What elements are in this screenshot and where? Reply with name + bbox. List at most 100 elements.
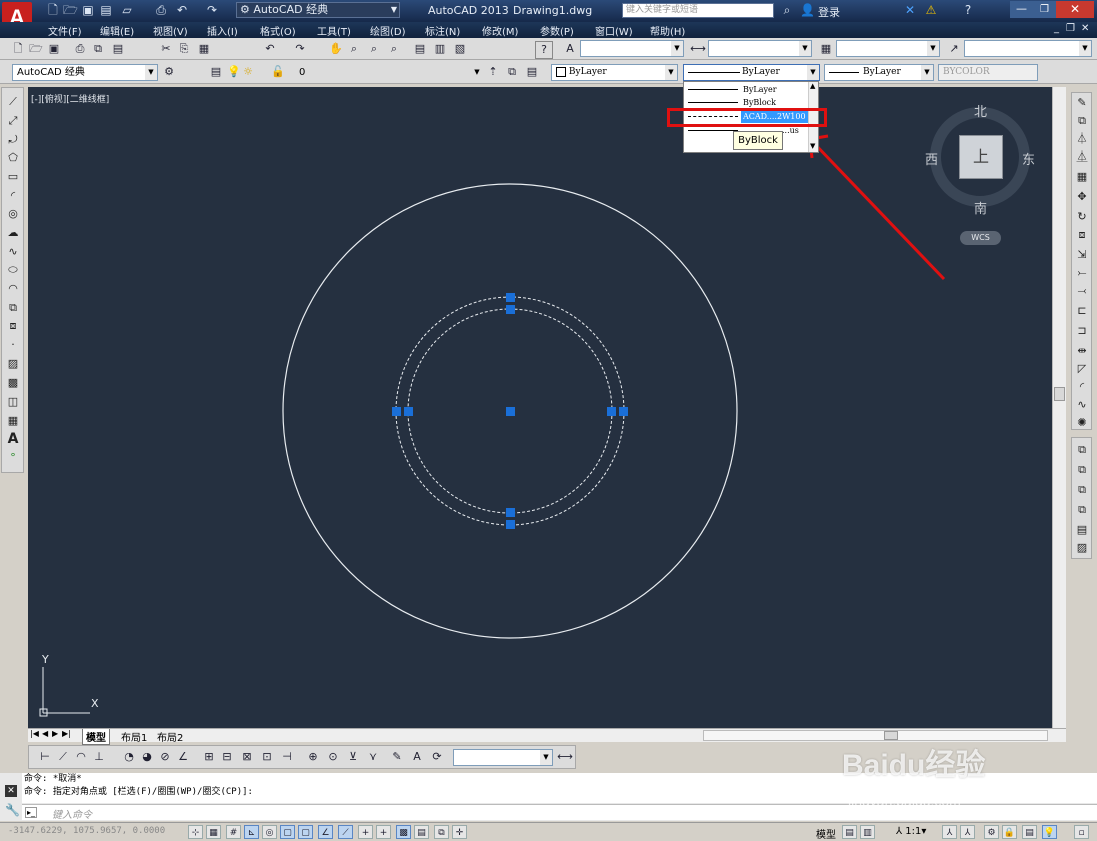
- publish-icon[interactable]: ▤: [110, 41, 126, 57]
- quick-properties-toggle[interactable]: ▤: [414, 825, 429, 839]
- break-at-point-icon[interactable]: ⊏: [1073, 303, 1091, 319]
- preview-icon[interactable]: ⧉: [90, 41, 106, 57]
- baseline-dim-icon[interactable]: ⊟: [219, 749, 235, 765]
- auto-scale-icon[interactable]: ⅄: [960, 825, 975, 839]
- bring-to-front-icon[interactable]: ⧉: [1073, 442, 1091, 458]
- compass-east[interactable]: 东: [1022, 149, 1035, 168]
- infer-constraints-toggle[interactable]: ⊹: [188, 825, 203, 839]
- help-icon[interactable]: ?: [961, 3, 975, 17]
- bring-above-icon[interactable]: ⧉: [1073, 482, 1091, 498]
- publish-icon[interactable]: ▱: [120, 3, 134, 17]
- open-icon[interactable]: 🗁: [28, 41, 44, 57]
- command-prompt-icon[interactable]: ▸_: [25, 807, 38, 818]
- menu-parametric[interactable]: 参数(P): [540, 23, 574, 38]
- add-selected-icon[interactable]: °: [4, 450, 22, 466]
- polyline-icon[interactable]: ⤾: [4, 132, 22, 148]
- menu-help[interactable]: 帮助(H): [650, 23, 685, 38]
- dim-space-icon[interactable]: ⊡: [259, 749, 275, 765]
- make-block-icon[interactable]: ⧈: [4, 318, 22, 334]
- ducs-toggle[interactable]: ⟋: [338, 825, 353, 839]
- hatch-icon[interactable]: ▨: [4, 356, 22, 372]
- quickview-icon[interactable]: ▥: [860, 825, 875, 839]
- help-icon[interactable]: ?: [535, 41, 553, 59]
- multileader-style-combo[interactable]: ▼: [964, 40, 1092, 57]
- center-mark-icon[interactable]: ⊙: [325, 749, 341, 765]
- vertical-scrollbar[interactable]: [1052, 87, 1066, 728]
- jogged-linear-icon[interactable]: ⋎: [365, 749, 381, 765]
- undo-icon[interactable]: ↶: [262, 41, 278, 57]
- table-style-icon[interactable]: ▦: [818, 41, 834, 57]
- workspace-switching-icon[interactable]: ⚙: [984, 825, 999, 839]
- break-icon[interactable]: ⊐: [1073, 323, 1091, 339]
- linetype-option-bylayer[interactable]: ByLayer: [684, 83, 808, 96]
- color-combo[interactable]: ByLayer ▼: [551, 64, 678, 81]
- explode-icon[interactable]: ✺: [1073, 415, 1091, 431]
- move-icon[interactable]: ✥: [1073, 189, 1091, 205]
- dim-break-icon[interactable]: ⊣: [279, 749, 295, 765]
- menu-window[interactable]: 窗口(W): [595, 23, 633, 38]
- multiline-text-icon[interactable]: A: [4, 431, 22, 447]
- hardware-acceleration-icon[interactable]: ▤: [1022, 825, 1037, 839]
- dim-text-edit-icon[interactable]: A: [409, 749, 425, 765]
- menu-view[interactable]: 视图(V): [153, 23, 188, 38]
- aligned-dim-icon[interactable]: ⟋: [55, 749, 71, 765]
- tolerance-icon[interactable]: ⊕: [305, 749, 321, 765]
- menu-file[interactable]: 文件(F): [48, 23, 82, 38]
- chevron-up-icon[interactable]: ▲: [810, 82, 815, 90]
- radius-dim-icon[interactable]: ◔: [121, 749, 137, 765]
- redo-icon[interactable]: ↷: [205, 3, 219, 17]
- point-icon[interactable]: ·: [4, 337, 22, 353]
- clean-screen-icon[interactable]: ▫: [1074, 825, 1089, 839]
- tab-model[interactable]: 模型: [82, 729, 110, 745]
- annotation-visibility-icon[interactable]: ⅄: [942, 825, 957, 839]
- dyn-toggle[interactable]: +: [358, 825, 373, 839]
- plot-icon[interactable]: ⎙: [72, 41, 88, 57]
- dim-edit-icon[interactable]: ✎: [389, 749, 405, 765]
- text-front-icon[interactable]: ▤: [1073, 522, 1091, 538]
- join-icon[interactable]: ⇹: [1073, 343, 1091, 359]
- model-space-label[interactable]: 模型: [816, 826, 836, 841]
- cut-icon[interactable]: ✂: [158, 41, 174, 57]
- snap-toggle[interactable]: ▦: [206, 825, 221, 839]
- continue-dim-icon[interactable]: ⊠: [239, 749, 255, 765]
- dim-style-combo[interactable]: ▼: [708, 40, 812, 57]
- doc-minimize-icon[interactable]: _: [1054, 23, 1059, 34]
- plotstyle-combo[interactable]: BYCOLOR: [938, 64, 1038, 81]
- workspace-settings-icon[interactable]: ⚙: [161, 64, 177, 80]
- tab-first-icon[interactable]: |◀: [30, 729, 39, 738]
- warning-icon[interactable]: ⚠: [924, 3, 938, 17]
- exchange-icon[interactable]: ✕: [903, 3, 917, 17]
- blend-curves-icon[interactable]: ∿: [1073, 397, 1091, 413]
- zoom-window-icon[interactable]: ⌕: [366, 41, 382, 57]
- ellipse-icon[interactable]: ⬭: [4, 262, 22, 278]
- otrack-toggle[interactable]: ∠: [318, 825, 333, 839]
- layer-previous-icon[interactable]: ⧉: [504, 64, 520, 80]
- copy-object-icon[interactable]: ⧉: [1073, 113, 1091, 129]
- ortho-toggle[interactable]: ⊾: [244, 825, 259, 839]
- rotate-icon[interactable]: ↻: [1073, 209, 1091, 225]
- tab-layout2[interactable]: 布局2: [154, 729, 186, 744]
- new-icon[interactable]: 🗋: [46, 3, 60, 17]
- dim-update-icon[interactable]: ⟳: [429, 749, 445, 765]
- pan-icon[interactable]: ✋: [328, 41, 344, 57]
- scale-icon[interactable]: ⧈: [1073, 227, 1091, 243]
- polar-toggle[interactable]: ◎: [262, 825, 277, 839]
- menu-draw[interactable]: 绘图(D): [370, 23, 406, 38]
- offset-icon[interactable]: ⏅: [1073, 149, 1091, 165]
- chevron-down-icon[interactable]: ▼: [810, 142, 815, 150]
- multileader-style-icon[interactable]: ↗: [946, 41, 962, 57]
- tab-layout1[interactable]: 布局1: [118, 729, 150, 744]
- undo-icon[interactable]: ↶: [175, 3, 189, 17]
- save-icon[interactable]: ▣: [81, 3, 95, 17]
- plot-icon[interactable]: ⎙: [154, 3, 168, 17]
- new-icon[interactable]: 🗋: [10, 41, 26, 57]
- linetype-combo[interactable]: ByLayer ▼: [683, 64, 820, 81]
- menu-insert[interactable]: 插入(I): [207, 23, 238, 38]
- scroll-thumb[interactable]: [1054, 387, 1065, 401]
- zoom-previous-icon[interactable]: ⌕: [386, 41, 402, 57]
- menu-modify[interactable]: 修改(M): [482, 23, 518, 38]
- trim-icon[interactable]: ⤚: [1073, 265, 1091, 281]
- doc-restore-icon[interactable]: ❐: [1066, 23, 1075, 34]
- user-icon[interactable]: 👤: [800, 3, 815, 17]
- spline-icon[interactable]: ∿: [4, 244, 22, 260]
